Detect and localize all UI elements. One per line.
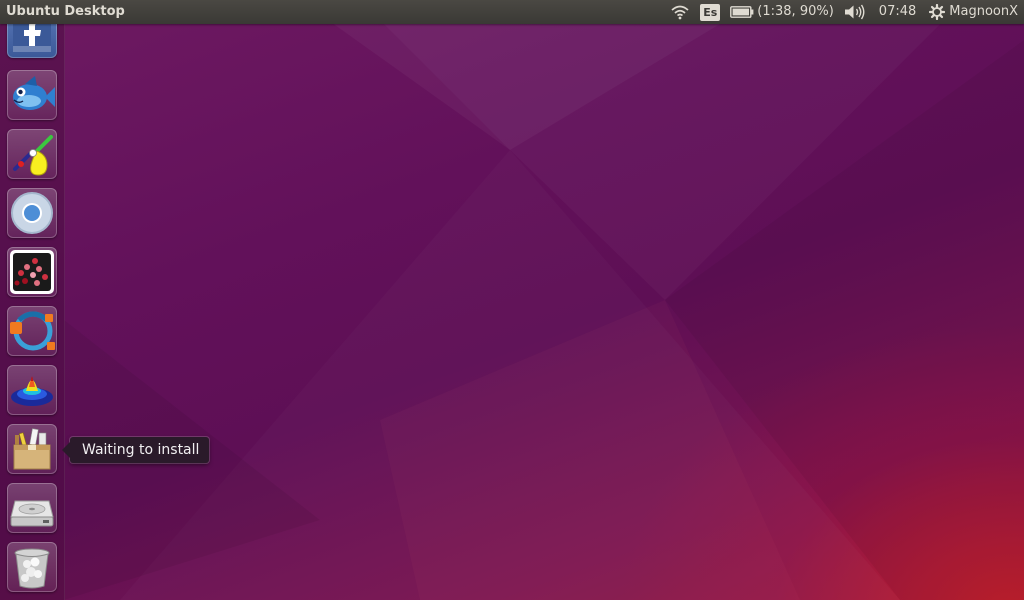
paint-brush-icon [13, 135, 53, 176]
launcher-item-dots-app[interactable] [7, 247, 57, 297]
gear-icon [929, 4, 946, 20]
fish-icon [13, 76, 55, 110]
panel-title: Ubuntu Desktop [6, 4, 125, 19]
launcher-item-bluefish-editor[interactable] [7, 70, 57, 120]
top-panel: Ubuntu Desktop Es (1:38, 90%) 07:48 Magn… [0, 0, 1024, 24]
launcher [0, 8, 65, 600]
chromium-icon [11, 192, 53, 234]
trash-icon [14, 548, 50, 589]
launcher-item-disk-drive[interactable] [7, 483, 57, 533]
wifi-icon [671, 5, 689, 20]
launcher-tooltip: Waiting to install [62, 437, 210, 463]
launcher-item-3d-plot-app[interactable] [7, 365, 57, 415]
session-menu[interactable]: MagnoonX [924, 0, 1024, 24]
wallpaper-pattern [64, 0, 1024, 600]
desktop-wallpaper [0, 0, 1024, 600]
user-name: MagnoonX [949, 4, 1018, 19]
keyboard-layout-badge: Es [700, 3, 721, 21]
keyboard-layout-indicator[interactable]: Es [695, 0, 725, 24]
clock-indicator[interactable]: 07:48 [871, 0, 924, 24]
volume-icon [844, 4, 865, 20]
launcher-item-installing-app[interactable] [7, 424, 57, 474]
dots-grid-icon [10, 250, 54, 294]
tooltip-text: Waiting to install [82, 442, 200, 458]
clock-text: 07:48 [878, 4, 917, 19]
battery-status-text: (1:38, 90%) [757, 4, 834, 19]
battery-icon [730, 6, 754, 18]
wifi-indicator[interactable] [665, 0, 695, 24]
sound-indicator[interactable] [839, 0, 871, 24]
bezier-circle-icon [10, 311, 55, 351]
battery-indicator[interactable]: (1:38, 90%) [725, 0, 839, 24]
launcher-item-vector-editor[interactable] [7, 306, 57, 356]
launcher-item-paint-tool[interactable] [7, 129, 57, 179]
indicator-area: Es (1:38, 90%) 07:48 MagnoonX [665, 0, 1024, 24]
tooltip-arrow [62, 442, 70, 458]
surface-plot-icon [11, 376, 53, 406]
hard-drive-icon [10, 500, 54, 527]
package-icon [13, 428, 51, 470]
launcher-item-chromium-browser[interactable] [7, 188, 57, 238]
launcher-item-trash[interactable] [7, 542, 57, 592]
